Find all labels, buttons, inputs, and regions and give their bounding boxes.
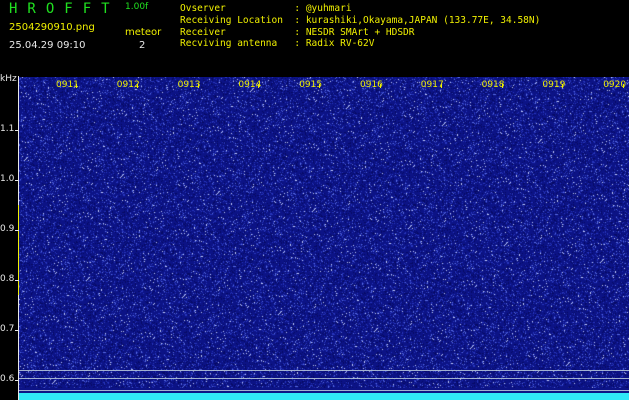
version-label: 1.00f [125, 2, 149, 12]
x-tick-mark [623, 84, 625, 88]
y-tick-mark [15, 130, 19, 131]
meteor-count: 2 [139, 40, 146, 51]
y-tick-mark [15, 330, 19, 331]
x-tick-mark [76, 84, 77, 88]
y-axis-unit: kHz [0, 74, 17, 84]
x-tick-mark [440, 84, 442, 88]
marker-line-upper [19, 370, 629, 371]
y-tick-label: 1.0 [0, 174, 15, 184]
y-tick-label: 0.6 [0, 374, 15, 384]
meteor-label: meteor [125, 27, 162, 38]
y-tick-mark [15, 230, 19, 231]
y-tick-label: 1.1 [0, 124, 15, 134]
x-tick-mark [197, 84, 199, 88]
x-tick-mark [380, 84, 381, 88]
x-tick-mark [501, 84, 503, 88]
y-tick-mark [15, 280, 19, 281]
marker-line-middle [19, 378, 629, 379]
waterfall-spectrogram [19, 77, 629, 400]
location-info: Receiving Location : kurashiki,Okayama,J… [180, 15, 541, 26]
y-tick-mark [15, 180, 19, 181]
filename-label: 2504290910.png [9, 22, 95, 33]
x-tick-mark [258, 84, 260, 88]
header-panel: HROFFT 1.00f 2504290910.png 25.04.29 09:… [0, 0, 629, 74]
y-tick-mark [15, 380, 19, 381]
spectrogram-noise [19, 77, 629, 400]
y-tick-label: 0.7 [0, 324, 15, 334]
marker-line-lower [19, 390, 629, 391]
x-tick-mark [136, 84, 138, 88]
y-axis-highlight [18, 205, 19, 295]
x-tick-mark [319, 84, 321, 88]
y-tick-label: 0.8 [0, 274, 15, 284]
datetime-label: 25.04.29 09:10 [9, 40, 86, 51]
y-tick-label: 0.9 [0, 224, 15, 234]
x-tick-mark [562, 84, 564, 88]
antenna-info: Recviving antenna : Radix RV-62V [180, 38, 375, 49]
spectrum-level [19, 393, 629, 400]
receiver-info: Receiver : NESDR SMArt + HDSDR [180, 27, 415, 38]
observer-info: Ovserver : @yuhmari [180, 3, 352, 14]
app-title: HROFFT [9, 1, 120, 17]
